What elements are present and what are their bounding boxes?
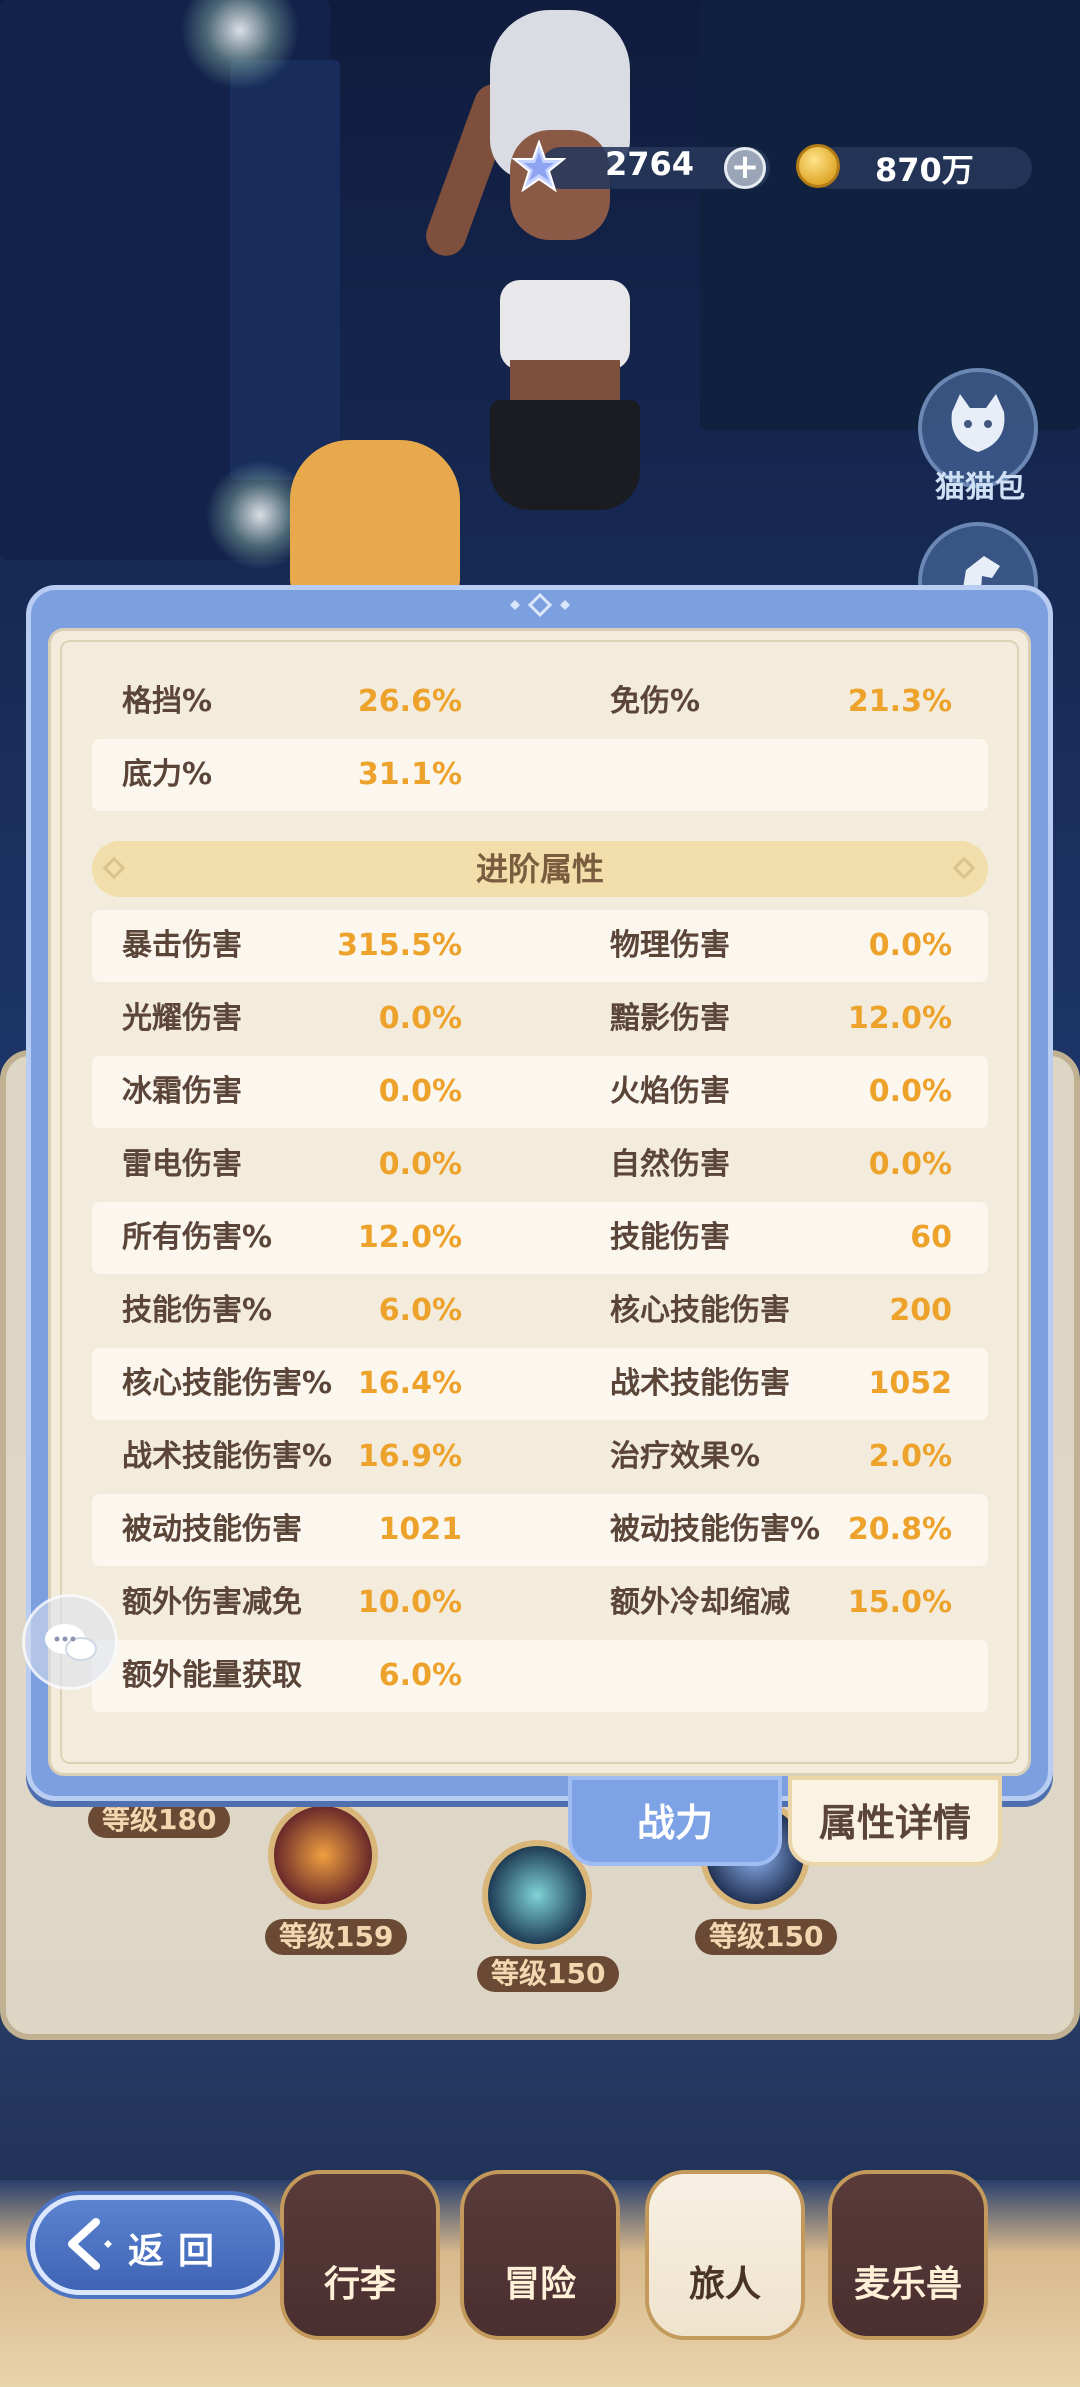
stat-row: 技能伤害% 6.0% 核心技能伤害 200 <box>92 1275 988 1347</box>
gold-coin-icon <box>796 144 840 188</box>
stat-label: 雷电伤害 <box>122 1147 242 1182</box>
stat-label: 暴击伤害 <box>122 928 242 963</box>
stat-label: 治疗效果% <box>610 1439 761 1474</box>
dialog-ornament <box>430 592 650 629</box>
level-tag: 等级180 <box>88 1802 231 1838</box>
stat-label: 核心技能伤害% <box>122 1366 333 1401</box>
stat-value: 16.9% <box>357 1439 462 1474</box>
hero-character <box>420 0 690 560</box>
chat-bubble-icon <box>45 1624 97 1661</box>
back-label: 返回 <box>128 2231 229 2272</box>
stat-row: 格挡% 26.6% 免伤% 21.3% <box>92 666 988 738</box>
stat-label: 战术技能伤害 <box>610 1366 790 1401</box>
stat-label: 光耀伤害 <box>122 1001 242 1036</box>
stat-value: 0.0% <box>868 928 952 963</box>
stat-value: 1021 <box>378 1512 463 1547</box>
level-tag: 等级150 <box>695 1919 838 1955</box>
stat-value: 0.0% <box>378 1001 462 1036</box>
stat-value: 21.3% <box>847 684 952 719</box>
stat-row: 被动技能伤害 1021 被动技能伤害% 20.8% <box>92 1494 988 1566</box>
stat-value: 10.0% <box>357 1585 462 1620</box>
stat-label: 技能伤害% <box>122 1293 273 1328</box>
stat-row: 暴击伤害 315.5% 物理伤害 0.0% <box>92 910 988 982</box>
stat-value: 1052 <box>868 1366 953 1401</box>
section-title: 进阶属性 <box>475 850 604 888</box>
stat-row: 核心技能伤害% 16.4% 战术技能伤害 1052 <box>92 1348 988 1420</box>
stat-label: 免伤% <box>610 684 701 719</box>
stat-value: 16.4% <box>357 1366 462 1401</box>
stat-value: 12.0% <box>847 1001 952 1036</box>
nav-pets-label: 麦乐兽 <box>853 2264 962 2305</box>
stat-label: 战术技能伤害% <box>122 1439 333 1474</box>
stat-row: 所有伤害% 12.0% 技能伤害 60 <box>92 1202 988 1274</box>
star-gem-icon <box>512 140 566 193</box>
chat-button[interactable] <box>22 1594 118 1690</box>
stat-label: 额外冷却缩减 <box>610 1585 790 1620</box>
stat-label: 火焰伤害 <box>610 1074 730 1109</box>
cat-bag-label: 猫猫包 <box>935 470 1025 505</box>
stat-label: 黯影伤害 <box>610 1001 730 1036</box>
level-tag: 等级150 <box>477 1956 620 1992</box>
tab-power-label: 战力 <box>636 1801 713 1845</box>
stat-value: 31.1% <box>357 757 462 792</box>
stat-value: 2.0% <box>868 1439 952 1474</box>
skill-orb[interactable] <box>268 1800 378 1910</box>
stat-label: 所有伤害% <box>122 1220 273 1255</box>
stat-value: 6.0% <box>378 1658 462 1693</box>
add-gems-button[interactable]: + <box>724 147 766 189</box>
nav-luggage-label: 行李 <box>323 2264 396 2305</box>
stat-value: 15.0% <box>847 1585 952 1620</box>
stat-label: 自然伤害 <box>610 1147 730 1182</box>
stat-value: 0.0% <box>868 1074 952 1109</box>
stat-label: 被动技能伤害% <box>610 1512 821 1547</box>
stat-value: 315.5% <box>337 928 462 963</box>
stat-value: 0.0% <box>378 1074 462 1109</box>
nav-traveler-label: 旅人 <box>688 2264 761 2305</box>
level-tag: 等级159 <box>265 1919 408 1955</box>
stat-label: 技能伤害 <box>610 1220 730 1255</box>
stat-value: 6.0% <box>378 1293 462 1328</box>
stat-label: 额外伤害减免 <box>122 1585 302 1620</box>
stat-value: 20.8% <box>847 1512 952 1547</box>
stat-label: 被动技能伤害 <box>122 1512 302 1547</box>
stat-row: 雷电伤害 0.0% 自然伤害 0.0% <box>92 1129 988 1201</box>
gem-amount: 2764 <box>605 145 695 183</box>
nav-adventure-label: 冒险 <box>503 2264 576 2305</box>
stat-row: 底力% 31.1% <box>92 739 988 811</box>
stat-label: 底力% <box>122 757 213 792</box>
stat-row: 额外能量获取 6.0% <box>92 1640 988 1712</box>
stat-row: 额外伤害减免 10.0% 额外冷却缩减 15.0% <box>92 1567 988 1639</box>
stat-value: 12.0% <box>357 1220 462 1255</box>
stat-value: 0.0% <box>378 1147 462 1182</box>
stat-row: 光耀伤害 0.0% 黯影伤害 12.0% <box>92 983 988 1055</box>
stat-label: 物理伤害 <box>610 928 730 963</box>
tab-detail-label: 属性详情 <box>818 1801 971 1845</box>
gold-amount: 870万 <box>875 151 974 189</box>
stat-value: 200 <box>889 1293 952 1328</box>
stat-value: 0.0% <box>868 1147 952 1182</box>
stat-label: 格挡% <box>122 684 213 719</box>
stat-label: 核心技能伤害 <box>610 1293 790 1328</box>
stat-label: 冰霜伤害 <box>122 1074 242 1109</box>
back-arrow-icon <box>68 2218 112 2270</box>
stat-row: 战术技能伤害% 16.9% 治疗效果% 2.0% <box>92 1421 988 1493</box>
stat-label: 额外能量获取 <box>122 1658 302 1693</box>
stat-value: 60 <box>910 1220 952 1255</box>
stat-row: 冰霜伤害 0.0% 火焰伤害 0.0% <box>92 1056 988 1128</box>
stat-value: 26.6% <box>357 684 462 719</box>
